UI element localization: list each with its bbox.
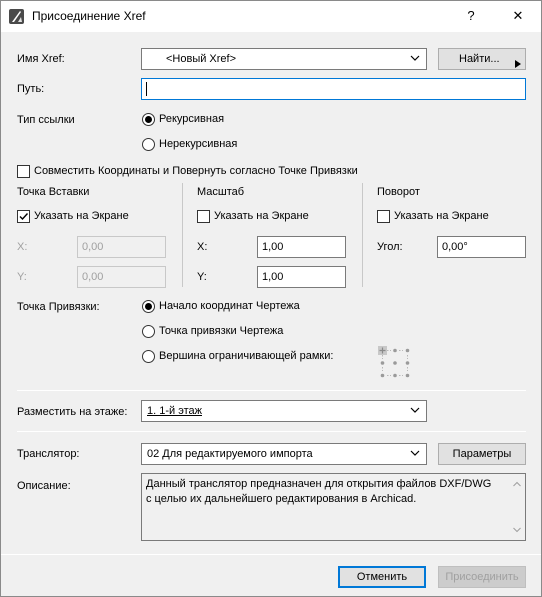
column-divider [362, 183, 363, 287]
scale-y-value: 1,00 [262, 271, 284, 283]
insert-y-value: 0,00 [82, 271, 104, 283]
insert-specify-checkbox[interactable] [17, 210, 30, 223]
description-scrollbar[interactable] [509, 474, 525, 540]
story-combo[interactable]: 1. 1-й этаж [141, 400, 427, 422]
chevron-down-icon [410, 53, 420, 63]
chevron-down-icon [410, 448, 420, 458]
nonrecursive-radio-label[interactable]: Нерекурсивная [159, 138, 237, 150]
align-checkbox[interactable] [17, 165, 30, 178]
anchor-bbox-radio[interactable] [142, 350, 155, 363]
scale-specify-checkbox[interactable] [197, 210, 210, 223]
anchor-drawing-point-label[interactable]: Точка привязки Чертежа [159, 325, 283, 337]
insert-specify-label[interactable]: Указать на Экране [34, 210, 129, 222]
chevron-down-icon [410, 405, 420, 415]
translator-combo[interactable]: 02 Для редактируемого импорта [141, 443, 427, 465]
scale-y-label: Y: [197, 271, 207, 283]
separator [17, 431, 526, 432]
align-checkbox-label[interactable]: Совместить Координаты и Повернуть соглас… [34, 165, 358, 177]
scale-x-input[interactable]: 1,00 [257, 236, 346, 258]
browse-button-label: Найти... [459, 53, 500, 65]
dialog-title: Присоединение Xref [32, 9, 146, 23]
translator-label: Транслятор: [17, 448, 80, 460]
path-label: Путь: [17, 83, 45, 95]
parameters-button[interactable]: Параметры [438, 443, 526, 465]
scale-x-value: 1,00 [262, 241, 284, 253]
insert-x-label: X: [17, 241, 28, 253]
angle-value: 0,00° [442, 241, 468, 253]
angle-input[interactable]: 0,00° [437, 236, 526, 258]
text-caret [146, 82, 147, 96]
chevron-up-icon[interactable] [513, 478, 521, 490]
scale-specify-label[interactable]: Указать на Экране [214, 210, 309, 222]
separator [17, 390, 526, 391]
xref-name-label: Имя Xref: [17, 53, 65, 65]
chevron-down-icon[interactable] [513, 524, 521, 536]
recursive-radio-label[interactable]: Рекурсивная [159, 113, 224, 125]
description-value: Данный транслятор предназначен для откры… [146, 478, 492, 505]
recursive-radio[interactable] [142, 113, 155, 126]
nonrecursive-radio[interactable] [142, 138, 155, 151]
xref-name-combo[interactable]: <Новый Xref> [141, 48, 427, 70]
description-text: Данный транслятор предназначен для откры… [141, 473, 526, 541]
column-divider [182, 183, 183, 287]
anchor-label: Точка Привязки: [17, 301, 100, 313]
anchor-bbox-label[interactable]: Вершина ограничивающей рамки: [159, 350, 333, 362]
triangle-right-icon [515, 55, 521, 75]
insert-y-label: Y: [17, 271, 27, 283]
archicad-app-icon [9, 9, 24, 24]
path-input[interactable] [141, 78, 526, 100]
scale-heading: Масштаб [197, 186, 245, 198]
xref-dialog: Присоединение Xref ? ✕ Имя Xref: <Новый … [0, 0, 542, 597]
help-button[interactable]: ? [456, 5, 486, 27]
xref-name-value: <Новый Xref> [166, 53, 237, 65]
attach-button[interactable]: Присоединить [438, 566, 526, 588]
rotation-specify-label[interactable]: Указать на Экране [394, 210, 489, 222]
rotation-specify-checkbox[interactable] [377, 210, 390, 223]
anchor-drawing-point-radio[interactable] [142, 325, 155, 338]
scale-y-input[interactable]: 1,00 [257, 266, 346, 288]
close-button[interactable]: ✕ [503, 5, 533, 27]
title-bar: Присоединение Xref ? ✕ [1, 1, 541, 32]
story-label: Разместить на этаже: [17, 406, 128, 418]
insert-x-input[interactable]: 0,00 [77, 236, 166, 258]
insert-y-input[interactable]: 0,00 [77, 266, 166, 288]
scale-x-label: X: [197, 241, 208, 253]
description-label: Описание: [17, 480, 71, 492]
story-value: 1. 1-й этаж [147, 405, 202, 417]
angle-label: Угол: [377, 241, 403, 253]
footer-separator [1, 554, 541, 555]
translator-value: 02 Для редактируемого импорта [147, 448, 313, 460]
anchor-origin-radio[interactable] [142, 300, 155, 313]
rotation-heading: Поворот [377, 186, 420, 198]
insert-point-heading: Точка Вставки [17, 186, 90, 198]
link-type-label: Тип ссылки [17, 114, 75, 126]
anchor-origin-label[interactable]: Начало координат Чертежа [159, 300, 300, 312]
insert-x-value: 0,00 [82, 241, 104, 253]
browse-button[interactable]: Найти... [438, 48, 526, 70]
cancel-button[interactable]: Отменить [338, 566, 426, 588]
bounding-box-points-icon[interactable] [377, 345, 413, 384]
